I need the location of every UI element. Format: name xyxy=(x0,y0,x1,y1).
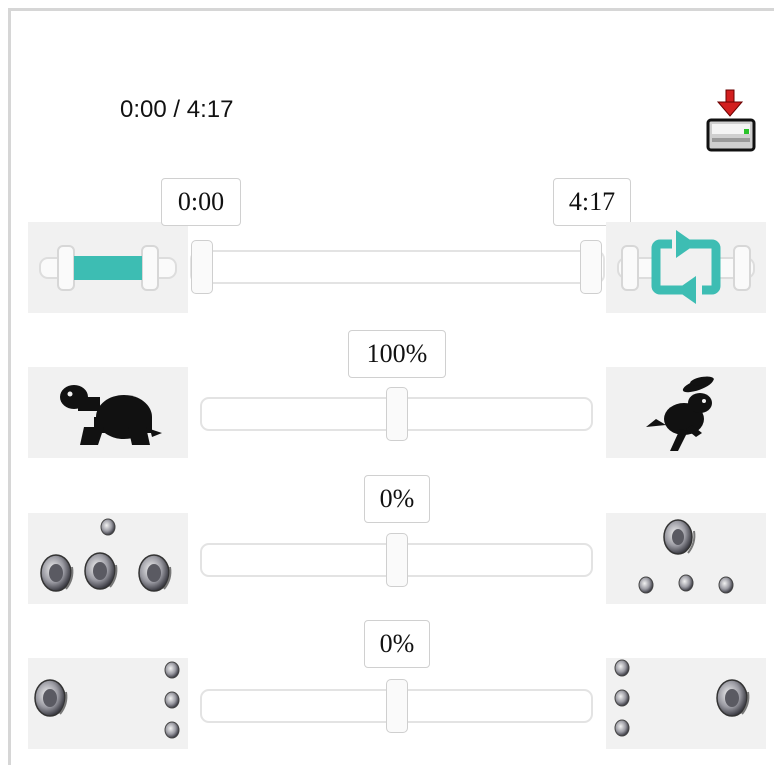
time-separator: / xyxy=(166,96,187,123)
trim-end-label: 4:17 xyxy=(553,178,631,226)
current-time: 0:00 xyxy=(120,96,167,123)
speaker-left-icon xyxy=(34,661,180,739)
balance-slider-handle[interactable] xyxy=(386,679,408,733)
trim-segment-icon xyxy=(39,245,177,291)
spread-value-label: 0% xyxy=(364,475,430,523)
save-to-disk-icon xyxy=(706,89,756,152)
speed-value-label: 100% xyxy=(348,330,446,378)
spread-narrow-button[interactable] xyxy=(606,513,766,604)
trim-end-handle[interactable] xyxy=(580,240,602,294)
loop-button[interactable] xyxy=(606,222,766,313)
trim-slider-track[interactable] xyxy=(190,250,605,284)
save-button[interactable] xyxy=(704,88,760,154)
loop-icon xyxy=(617,230,755,304)
balance-right-button[interactable] xyxy=(606,658,766,749)
spread-wide-button[interactable] xyxy=(28,513,188,604)
turtle-slow-icon xyxy=(60,385,162,445)
speaker-focused-icon xyxy=(638,519,734,594)
spread-slider-handle[interactable] xyxy=(386,533,408,587)
rabbit-fast-icon xyxy=(646,376,714,451)
speakers-spread-icon xyxy=(40,518,172,592)
balance-value-label: 0% xyxy=(364,620,430,668)
time-display: 0:00 / 4:17 xyxy=(120,96,233,124)
balance-left-button[interactable] xyxy=(28,658,188,749)
faster-button[interactable] xyxy=(606,367,766,458)
trim-start-label: 0:00 xyxy=(161,178,241,226)
total-duration: 4:17 xyxy=(186,96,234,123)
speed-slider-handle[interactable] xyxy=(386,387,408,441)
trim-segment-button[interactable] xyxy=(28,222,188,313)
speaker-right-icon xyxy=(614,659,750,737)
trim-start-handle[interactable] xyxy=(191,240,213,294)
slower-button[interactable] xyxy=(28,367,188,458)
